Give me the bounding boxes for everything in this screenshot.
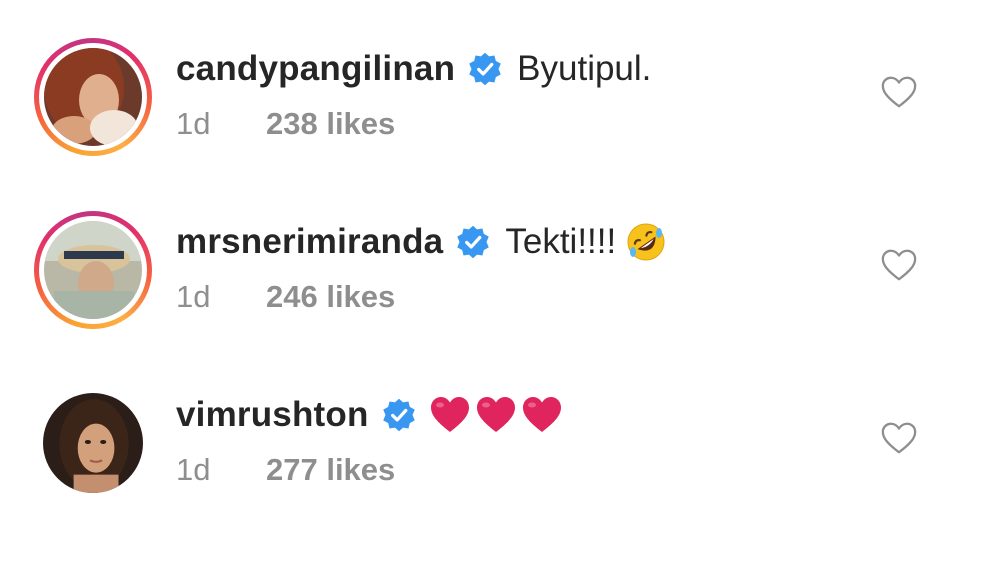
comment-username[interactable]: vimrushton: [176, 395, 369, 435]
avatar: [43, 393, 143, 493]
rolling-on-floor-laughing-emoji: [627, 223, 665, 261]
comment-time[interactable]: 1d: [176, 106, 266, 142]
avatar-story-ring[interactable]: [34, 38, 152, 156]
comment-username[interactable]: candypangilinan: [176, 49, 455, 89]
red-hearts-emoji: [429, 395, 563, 435]
heart-outline-icon[interactable]: [880, 247, 918, 283]
avatar: [44, 221, 142, 319]
comment-item: mrsnerimiranda Tekti!!!! 1d 246 likes: [0, 173, 1000, 333]
avatar-wrapper[interactable]: [42, 392, 144, 494]
comment-text: Tekti!!!!: [505, 222, 617, 261]
comment-time[interactable]: 1d: [176, 279, 266, 315]
comment-likes[interactable]: 238 likes: [266, 106, 395, 142]
verified-badge-icon: [382, 398, 415, 432]
avatar: [44, 48, 142, 146]
avatar-story-ring[interactable]: [34, 211, 152, 329]
comment-item: candypangilinan Byutipul. 1d 238 likes: [0, 0, 1000, 160]
comment-likes[interactable]: 277 likes: [266, 452, 395, 488]
red-heart-emoji: [430, 397, 469, 432]
comment-likes[interactable]: 246 likes: [266, 279, 395, 315]
heart-outline-icon[interactable]: [880, 74, 918, 110]
verified-badge-icon: [469, 52, 501, 86]
comment-item: vimrushton 1d 277 likes: [0, 346, 1000, 506]
comment-text: Byutipul.: [517, 49, 652, 88]
heart-outline-icon[interactable]: [880, 420, 918, 456]
comment-time[interactable]: 1d: [176, 452, 266, 488]
red-heart-emoji: [476, 397, 515, 432]
verified-badge-icon: [457, 225, 490, 259]
red-heart-emoji: [522, 397, 561, 432]
comment-username[interactable]: mrsnerimiranda: [176, 222, 443, 262]
